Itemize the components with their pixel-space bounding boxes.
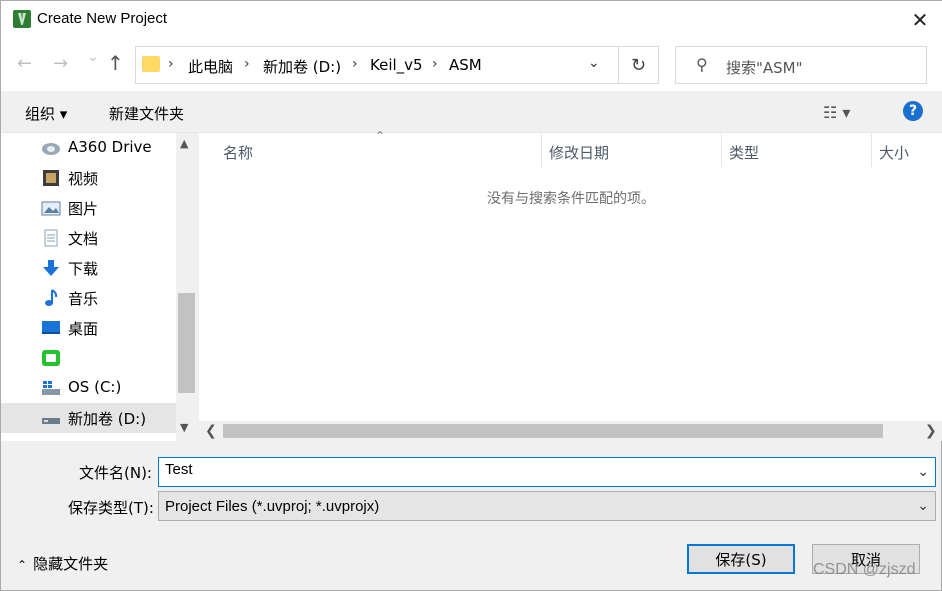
navigation-pane: A360 Drive 视频 图片 文档 下载 音乐 桌面 OS (C:) 新加卷… <box>1 133 197 441</box>
column-divider[interactable] <box>541 133 542 167</box>
command-bar: 组织 ▾ 新建文件夹 ☷ ▾ ? <box>1 91 942 133</box>
breadcrumb-drive-d[interactable]: 新加卷 (D:) <box>263 56 341 77</box>
scroll-up-icon[interactable]: ▲ <box>180 137 188 150</box>
hide-folders-toggle[interactable]: ⌃ 隐藏文件夹 <box>17 553 108 574</box>
sidebar-item-label: 音乐 <box>68 290 99 308</box>
column-header-name[interactable]: 名称 <box>223 142 253 163</box>
file-list: ⌃ 名称 修改日期 类型 大小 没有与搜索条件匹配的项。 ❮ ❯ <box>199 129 942 441</box>
sidebar-item-app-drive[interactable] <box>1 343 176 373</box>
new-folder-button[interactable]: 新建文件夹 <box>109 103 184 124</box>
sidebar-item-label: 新加卷 (D:) <box>68 410 147 428</box>
sidebar-item-pictures[interactable]: 图片 <box>1 193 176 223</box>
address-dropdown-icon[interactable]: ⌄ <box>588 55 600 71</box>
sidebar-item-label: 文档 <box>68 230 99 248</box>
music-icon <box>41 289 61 307</box>
filetype-label: 保存类型(T): <box>68 499 154 517</box>
sidebar-item-desktop[interactable]: 桌面 <box>1 313 176 343</box>
sidebar-item-a360-drive[interactable]: A360 Drive <box>1 133 176 163</box>
scroll-right-icon[interactable]: ❯ <box>925 423 937 439</box>
sidebar-item-label: 视频 <box>68 170 99 188</box>
recent-locations-icon[interactable]: ⌄ <box>87 49 99 65</box>
keil-app-icon <box>13 10 31 28</box>
sidebar-item-documents[interactable]: 文档 <box>1 223 176 253</box>
scroll-left-icon[interactable]: ❮ <box>205 423 217 439</box>
search-placeholder: 搜索"ASM" <box>726 59 803 77</box>
empty-state-message: 没有与搜索条件匹配的项。 <box>487 191 655 207</box>
chevron-up-icon: ⌃ <box>17 558 28 572</box>
view-options-icon[interactable]: ☷ ▾ <box>823 103 850 122</box>
folder-icon <box>142 56 160 72</box>
filename-value: Test <box>165 461 193 478</box>
desktop-icon <box>41 319 61 337</box>
create-project-dialog: Create New Project ✕ ← → ⌄ ↑ › 此电脑 › 新加卷… <box>0 0 942 591</box>
filename-label: 文件名(N): <box>79 464 152 482</box>
column-header-size[interactable]: 大小 <box>879 142 909 163</box>
scroll-down-icon[interactable]: ▼ <box>180 421 188 434</box>
watermark-text: CSDN @zjszd <box>813 561 916 578</box>
filename-field[interactable]: Test ⌄ <box>158 457 936 487</box>
hide-folders-label: 隐藏文件夹 <box>33 555 109 573</box>
breadcrumb-separator[interactable]: › <box>168 56 174 72</box>
breadcrumb-keil[interactable]: Keil_v5 <box>370 56 423 74</box>
sidebar-item-music[interactable]: 音乐 <box>1 283 176 313</box>
sidebar-item-drive-d[interactable]: 新加卷 (D:) <box>1 403 176 433</box>
refresh-icon[interactable]: ↻ <box>618 47 658 83</box>
sidebar-item-os-c[interactable]: OS (C:) <box>1 373 176 403</box>
sort-ascending-icon: ⌃ <box>375 129 386 143</box>
navigation-pane-scrollbar[interactable]: ▲ ▼ <box>176 133 197 441</box>
breadcrumb-separator[interactable]: › <box>432 56 438 72</box>
chevron-down-icon[interactable]: ⌄ <box>917 463 929 480</box>
pictures-icon <box>41 199 61 217</box>
download-icon <box>41 259 61 277</box>
search-input[interactable]: ⚲ 搜索"ASM" <box>675 46 927 84</box>
filetype-value: Project Files (*.uvproj; *.uvprojx) <box>165 498 380 515</box>
app-drive-icon <box>41 349 61 367</box>
file-list-horizontal-scrollbar[interactable]: ❮ ❯ <box>199 421 942 441</box>
sidebar-item-label: 下载 <box>68 260 99 278</box>
sidebar-item-videos[interactable]: 视频 <box>1 163 176 193</box>
address-bar[interactable]: › 此电脑 › 新加卷 (D:) › Keil_v5 › ASM ⌄ ↻ <box>135 46 659 84</box>
up-arrow-icon[interactable]: ↑ <box>107 51 124 75</box>
close-button[interactable]: ✕ <box>897 1 942 39</box>
column-divider[interactable] <box>721 133 722 167</box>
window-title: Create New Project <box>37 10 168 27</box>
help-icon[interactable]: ? <box>903 101 923 121</box>
save-button[interactable]: 保存(S) <box>687 544 795 574</box>
sidebar-item-downloads[interactable]: 下载 <box>1 253 176 283</box>
a360-drive-icon <box>41 139 61 157</box>
column-header-date-modified[interactable]: 修改日期 <box>549 142 609 163</box>
column-header-type[interactable]: 类型 <box>729 142 759 163</box>
back-arrow-icon[interactable]: ← <box>17 53 32 74</box>
title-bar: Create New Project ✕ <box>1 1 942 39</box>
filetype-select[interactable]: Project Files (*.uvproj; *.uvprojx) ⌄ <box>158 491 936 521</box>
scrollbar-thumb[interactable] <box>178 293 195 393</box>
forward-arrow-icon[interactable]: → <box>53 53 68 74</box>
sidebar-item-label: 图片 <box>68 200 99 218</box>
documents-icon <box>41 229 61 247</box>
breadcrumb-separator[interactable]: › <box>244 56 250 72</box>
organize-button[interactable]: 组织 ▾ <box>25 103 67 124</box>
video-icon <box>41 169 61 187</box>
sidebar-item-label: 桌面 <box>68 320 99 338</box>
breadcrumb-this-pc[interactable]: 此电脑 <box>188 56 233 77</box>
scrollbar-thumb[interactable] <box>223 424 883 438</box>
sidebar-item-label: OS (C:) <box>68 378 122 396</box>
chevron-down-icon[interactable]: ⌄ <box>917 497 929 514</box>
search-icon: ⚲ <box>696 55 708 74</box>
breadcrumb-separator[interactable]: › <box>352 56 358 72</box>
column-divider[interactable] <box>871 133 872 167</box>
sidebar-item-label: A360 Drive <box>68 138 152 156</box>
breadcrumb-asm[interactable]: ASM <box>449 56 482 74</box>
os-drive-icon <box>41 379 61 397</box>
hard-drive-icon <box>41 409 61 427</box>
navigation-bar: ← → ⌄ ↑ › 此电脑 › 新加卷 (D:) › Keil_v5 › ASM… <box>1 39 942 91</box>
